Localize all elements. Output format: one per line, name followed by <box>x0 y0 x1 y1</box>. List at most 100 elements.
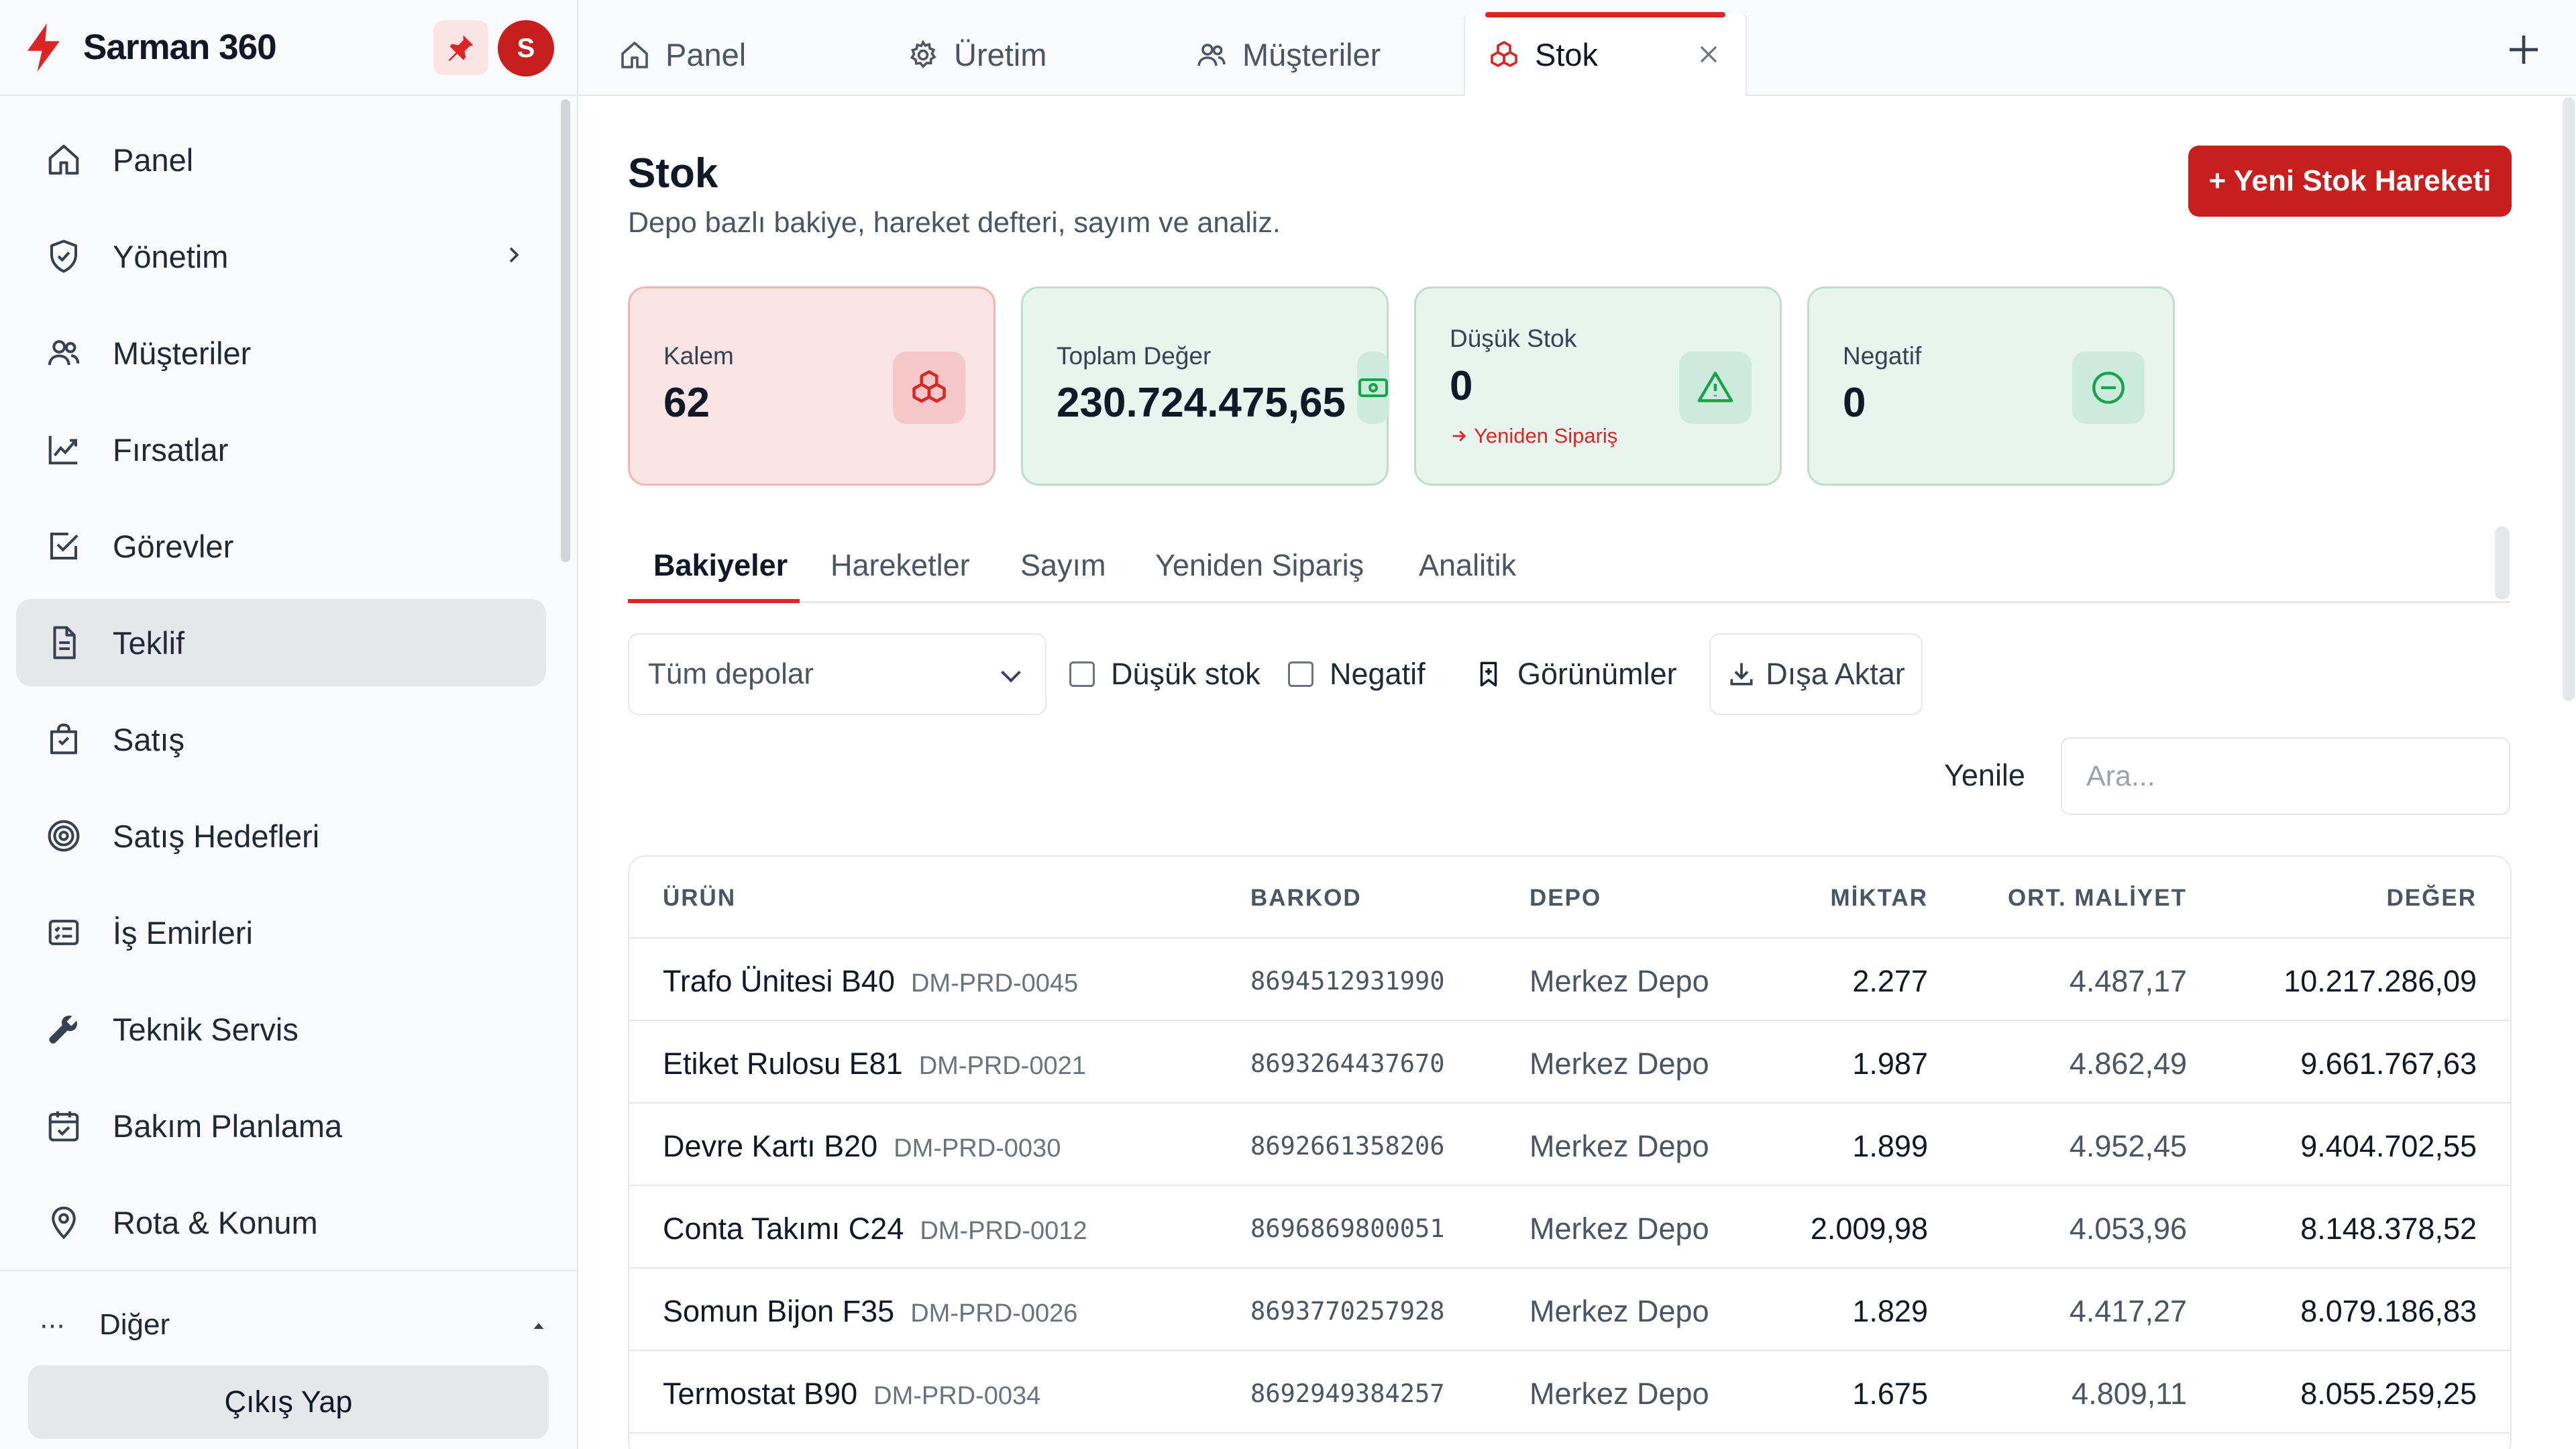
checkbox-box[interactable] <box>1288 661 1313 687</box>
pin-button[interactable] <box>433 20 488 75</box>
table-row[interactable]: Trafo Ünitesi B40 DM-PRD-0045 86945129319… <box>629 938 2510 1021</box>
close-icon[interactable] <box>1696 42 1721 67</box>
arrow-right-icon <box>1452 431 1466 441</box>
column-header-quantity[interactable]: MİKTAR <box>1831 885 1929 912</box>
sidebar-item-teknik-servis[interactable]: Teknik Servis <box>16 985 546 1073</box>
reorder-link[interactable]: Yeniden Sipariş <box>1450 424 1617 448</box>
tab-musteriler[interactable]: Müşteriler <box>1155 13 1437 96</box>
tab-label: Müşteriler <box>1242 37 1381 72</box>
sidebar-item-label: Fırsatlar <box>113 431 229 468</box>
negative-checkbox[interactable]: Negatif <box>1288 653 1426 695</box>
product-cell: Trafo Ünitesi B40 DM-PRD-0045 <box>663 964 1078 999</box>
sidebar-item-label: Panel <box>113 142 194 178</box>
stat-card-negatif: Negatif 0 <box>1807 286 2175 486</box>
product-cell: Devre Kartı B20 DM-PRD-0030 <box>663 1129 1061 1164</box>
column-header-avg-cost[interactable]: ORT. MALİYET <box>2008 885 2187 912</box>
warehouse-select-value: Tüm depolar <box>648 657 814 690</box>
column-header-value[interactable]: DEĞER <box>2387 885 2477 912</box>
subtab-yeniden-siparis[interactable]: Yeniden Sipariş <box>1155 528 1364 603</box>
sidebar-item-teklif[interactable]: Teklif <box>16 599 546 686</box>
sidebar-item-firsatlar[interactable]: Fırsatlar <box>16 406 546 493</box>
product-code: DM-PRD-0045 <box>910 969 1079 998</box>
sidebar-scrollbar[interactable] <box>561 99 570 562</box>
other-menu-toggle[interactable]: ··· Diğer <box>39 1298 549 1352</box>
product-code: DM-PRD-0026 <box>910 1299 1078 1328</box>
column-header-barcode[interactable]: BARKOD <box>1250 885 1362 912</box>
document-icon <box>53 626 76 659</box>
views-button[interactable]: Görünümler <box>1474 653 1677 695</box>
sidebar-item-is-emirleri[interactable]: İş Emirleri <box>16 889 546 976</box>
column-header-product[interactable]: ÜRÜN <box>663 885 736 912</box>
product-cell: Conta Takımı C24 DM-PRD-0012 <box>663 1212 1087 1246</box>
table-row[interactable]: Devre Kartı B20 DM-PRD-0030 8692661358206… <box>629 1104 2510 1186</box>
low-stock-checkbox[interactable]: Düşük stok <box>1069 653 1260 695</box>
value-cell: 10.217.286,09 <box>2284 964 2477 998</box>
product-code: DM-PRD-0021 <box>918 1052 1086 1080</box>
barcode-cell: 8693264437670 <box>1250 1049 1445 1078</box>
depot-cell: Merkez Depo <box>1529 1129 1709 1163</box>
subtab-sayim[interactable]: Sayım <box>1020 528 1106 603</box>
sidebar-item-satis-hedefleri[interactable]: Satış Hedefleri <box>16 792 546 879</box>
quantity-cell: 1.987 <box>1852 1046 1928 1081</box>
subtabs-scrollbar[interactable] <box>2495 527 2510 599</box>
tab-stok[interactable]: Stok <box>1464 12 1747 96</box>
product-name: Conta Takımı C24 <box>663 1212 904 1246</box>
table-row[interactable]: Etiket Rulosu E81 DM-PRD-0021 86932644376… <box>629 1021 2510 1104</box>
table-row[interactable]: Conta Takımı C24 DM-PRD-0012 869686980005… <box>629 1186 2510 1269</box>
subtab-bakiyeler[interactable]: Bakiyeler <box>653 528 788 603</box>
search-input[interactable] <box>2061 737 2510 815</box>
product-code: DM-PRD-0012 <box>920 1217 1087 1245</box>
main-content: Stok Depo bazlı bakiye, hareket defteri,… <box>578 97 2576 1449</box>
add-tab-icon[interactable] <box>2505 31 2542 68</box>
quantity-cell: 2.277 <box>1852 964 1928 998</box>
sidebar-item-label: Görevler <box>113 528 234 564</box>
product-name: Termostat B90 <box>663 1377 858 1411</box>
depot-cell: Merkez Depo <box>1529 1046 1709 1081</box>
value-cell: 8.055.259,25 <box>2300 1377 2477 1411</box>
depot-cell: Merkez Depo <box>1529 1294 1709 1328</box>
table-row[interactable]: Somun Bijon F35 DM-PRD-0026 8693770257928… <box>629 1269 2510 1351</box>
tab-label: Üretim <box>954 37 1047 72</box>
stat-card-kalem: Kalem 62 <box>628 286 996 486</box>
tab-label: Panel <box>665 37 747 72</box>
target-icon <box>48 820 80 852</box>
views-label: Görünümler <box>1517 657 1677 691</box>
avg-cost-cell: 4.053,96 <box>2069 1212 2187 1246</box>
avatar[interactable]: S <box>498 20 554 76</box>
logout-button[interactable]: Çıkış Yap <box>28 1365 549 1439</box>
tab-uretim[interactable]: Üretim <box>867 13 1148 96</box>
column-header-depot[interactable]: DEPO <box>1529 885 1601 912</box>
sidebar-item-yonetim[interactable]: Yönetim <box>16 213 546 300</box>
sidebar-item-musteriler[interactable]: Müşteriler <box>16 309 546 396</box>
sidebar-footer: ··· Diğer Çıkış Yap <box>0 1270 577 1449</box>
sidebar-item-panel[interactable]: Panel <box>16 116 546 203</box>
warning-icon <box>1679 352 1752 424</box>
stat-card-toplam-deger: Toplam Değer 230.724.475,65 <box>1021 286 1389 486</box>
negative-label: Negatif <box>1330 657 1426 691</box>
bolt-icon <box>28 23 60 72</box>
sidebar-item-bakim-planlama[interactable]: Bakım Planlama <box>16 1082 546 1169</box>
sidebar-item-label: Yönetim <box>113 238 229 274</box>
bookmark-icon <box>1480 661 1497 687</box>
export-button[interactable]: Dışa Aktar <box>1709 633 1923 715</box>
tab-bar: Panel Üretim Müşteriler Stok <box>578 0 2576 96</box>
sidebar-item-label: Rota & Konum <box>113 1204 318 1240</box>
warehouse-select[interactable]: Tüm depolar <box>628 633 1046 715</box>
page-scrollbar[interactable] <box>2563 97 2575 701</box>
sidebar-item-rota-konum[interactable]: Rota & Konum <box>16 1179 546 1266</box>
tab-panel[interactable]: Panel <box>578 13 860 96</box>
sidebar-item-satis[interactable]: Satış <box>16 696 546 783</box>
app-title: Sarman 360 <box>83 28 277 67</box>
product-name: Somun Bijon F35 <box>663 1294 895 1328</box>
checkbox-box[interactable] <box>1069 661 1095 687</box>
subtab-hareketler[interactable]: Hareketler <box>830 528 970 603</box>
product-cell: Somun Bijon F35 DM-PRD-0026 <box>663 1294 1077 1329</box>
table-row[interactable]: Termostat B90 DM-PRD-0034 8692949384257 M… <box>629 1351 2510 1434</box>
card-label: Kalem <box>663 342 734 370</box>
new-stock-movement-button[interactable]: + Yeni Stok Hareketi <box>2188 146 2512 217</box>
refresh-button[interactable]: Yenile <box>1944 758 2025 793</box>
card-value: 62 <box>663 380 710 426</box>
sidebar-item-gorevler[interactable]: Görevler <box>16 502 546 590</box>
sidebar: Sarman 360 S Panel Yönetim Müşteriler Fı… <box>0 0 578 1449</box>
subtab-analitik[interactable]: Analitik <box>1419 528 1516 603</box>
